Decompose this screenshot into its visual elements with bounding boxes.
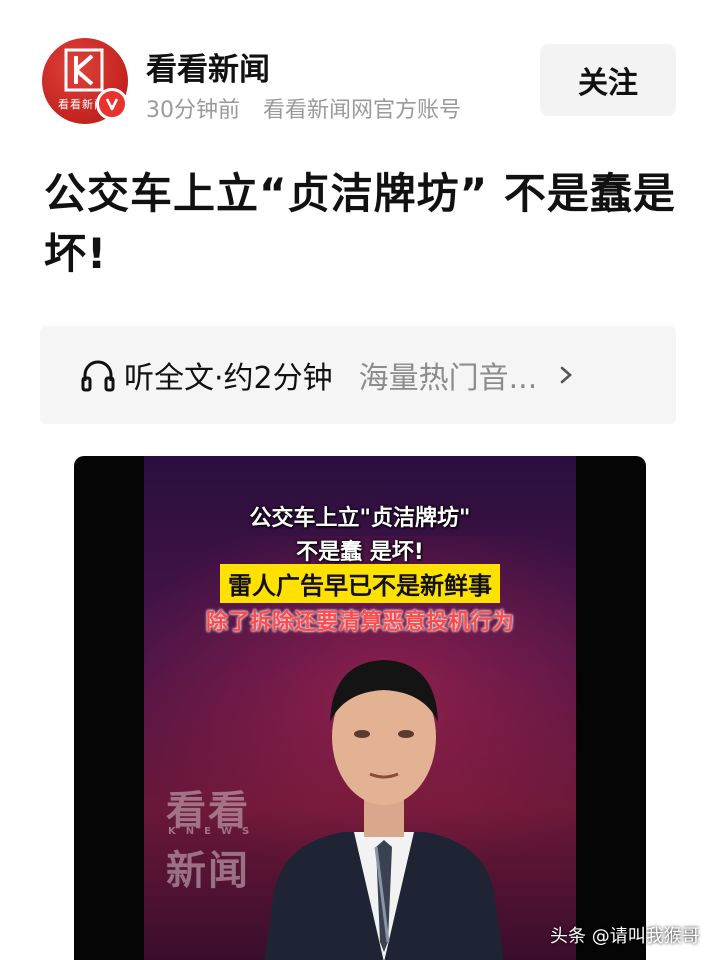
watermark-news: 新闻 [166, 848, 250, 894]
video-caption-red: 除了拆除还要清算恶意投机行为 [205, 610, 514, 635]
news-anchor-figure [264, 660, 504, 960]
watermark-knews: KNEWS [168, 826, 260, 837]
verified-badge-icon [96, 88, 128, 120]
video-caption-highlight-wrap: 雷人广告早已不是新鲜事 [144, 564, 576, 603]
audio-promo-text: 海量热门音... [358, 361, 538, 396]
toutiao-credit: 头条 @请叫我猴哥 [550, 926, 700, 947]
video-caption-highlight: 雷人广告早已不是新鲜事 [220, 564, 500, 603]
article-header: 看看新闻 看看新闻 30分钟前 看看新闻网官方账号 关注 [0, 0, 720, 140]
account-description: 看看新闻网官方账号 [263, 98, 462, 123]
video-frame: 公交车上立"贞洁牌坊" 不是蠢 是坏! 雷人广告早已不是新鲜事 除了拆除还要清算… [144, 456, 576, 960]
headphone-icon [81, 360, 115, 392]
follow-button[interactable]: 关注 [540, 44, 676, 116]
knews-logo-icon [64, 48, 104, 92]
post-meta: 30分钟前 看看新闻网官方账号 [146, 92, 461, 124]
article-headline: 公交车上立“贞洁牌坊” 不是蠢是坏! [44, 169, 676, 278]
post-time: 30分钟前 [146, 98, 240, 123]
chevron-right-icon [560, 366, 573, 384]
video-player[interactable]: 公交车上立"贞洁牌坊" 不是蠢 是坏! 雷人广告早已不是新鲜事 除了拆除还要清算… [74, 456, 646, 960]
video-caption-title: 公交车上立"贞洁牌坊" [249, 506, 471, 531]
video-caption-subtitle: 不是蠢 是坏! [296, 540, 424, 565]
listen-full-text-label: 听全文·约2分钟 [124, 361, 333, 396]
source-name[interactable]: 看看新闻 [146, 44, 270, 89]
listen-audio-bar[interactable]: 听全文·约2分钟 海量热门音... [40, 326, 676, 424]
